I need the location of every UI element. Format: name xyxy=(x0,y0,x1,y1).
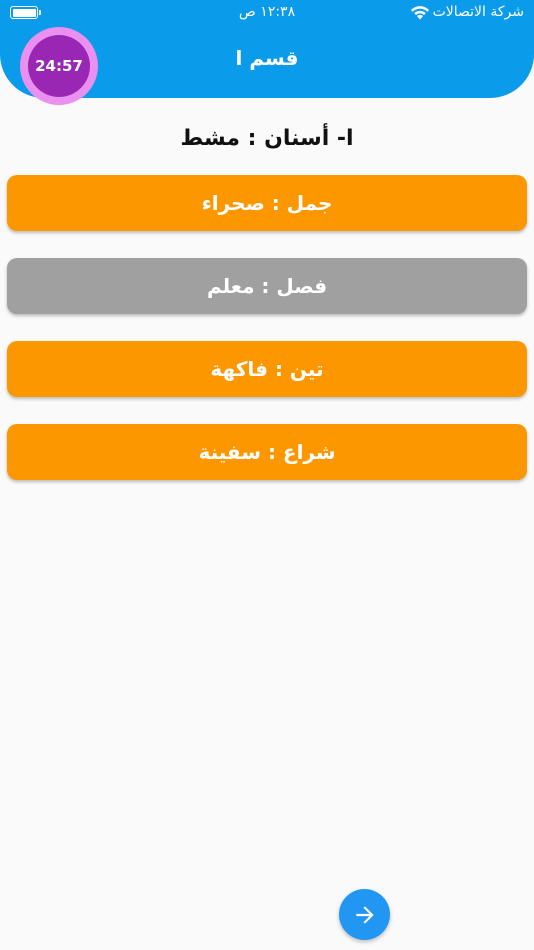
question-text: ا- أسنان : مشط xyxy=(180,126,354,151)
answer-option-2[interactable]: فصل : معلم xyxy=(7,258,527,314)
battery-fill xyxy=(12,8,36,17)
answer-option-1[interactable]: جمل : صحراء xyxy=(7,175,527,231)
answer-option-3[interactable]: تين : فاكهة xyxy=(7,341,527,397)
timer-value: 24:57 xyxy=(28,35,90,97)
battery-icon xyxy=(10,6,41,19)
arrow-right-icon xyxy=(355,905,374,924)
quiz-screen: شركة الاتصالات ١٢:٣٨ ص قسم ا 24:57 ا- أس… xyxy=(0,0,534,950)
answer-option-4[interactable]: شراع : سفينة xyxy=(7,424,527,480)
next-button[interactable] xyxy=(339,889,390,940)
countdown-timer: 24:57 xyxy=(20,27,98,105)
status-time: ١٢:٣٨ ص xyxy=(238,4,296,20)
